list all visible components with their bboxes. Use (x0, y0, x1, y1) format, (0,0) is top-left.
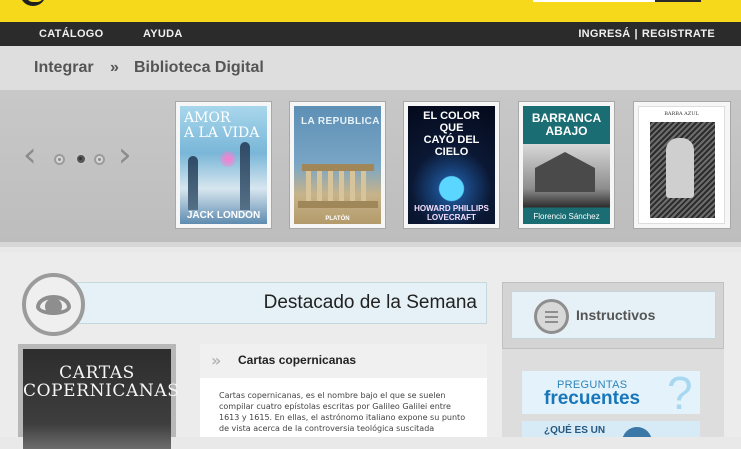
summary-title[interactable]: Cartas copernicanas (238, 353, 356, 367)
breadcrumb-root[interactable]: Integrar (34, 59, 94, 77)
register-link[interactable]: REGISTRATE (642, 28, 715, 40)
carousel-book[interactable]: BARBA AZUL (633, 101, 731, 229)
tree-decoration (240, 142, 250, 210)
featured-book[interactable]: CARTAS COPERNICANAS (18, 344, 179, 449)
book-title: BARRANCA ABAJO (531, 111, 602, 138)
eye-icon (22, 273, 85, 336)
book-cover: AMOR A LA VIDA JACK LONDON (180, 106, 267, 224)
carousel-dot-2[interactable] (75, 153, 87, 165)
book-title: LA REPUBLICA (301, 116, 380, 127)
featured-book-cover: CARTAS COPERNICANAS (23, 349, 180, 449)
book-author: JACK LONDON (186, 210, 261, 221)
instructivos-label: Instructivos (576, 307, 656, 323)
book-cover: BARBA AZUL (638, 106, 725, 224)
breadcrumb-current: Biblioteca Digital (134, 59, 264, 76)
temple-illustration (298, 164, 378, 208)
nav-catalogo[interactable]: CATÁLOGO (39, 22, 104, 46)
double-chevron-icon: » (211, 351, 222, 370)
login-link[interactable]: INGRESÁ (578, 28, 630, 40)
house-illustration (535, 152, 595, 192)
what-is-banner[interactable]: ¿QUÉ ES UN (522, 421, 700, 437)
breadcrumb: Integrar » Biblioteca Digital (0, 46, 741, 90)
nav-ayuda[interactable]: AYUDA (143, 22, 183, 46)
book-title: EL COLOR QUE CAYÓ DEL CIELO (423, 110, 480, 158)
chevron-left-icon[interactable]: ‹ (23, 138, 43, 172)
sidebar: Instructivos ? PREGUNTAS frecuentes ¿QUÉ… (502, 282, 724, 437)
book-cover: BARRANCA ABAJO Florencio Sánchez (523, 106, 610, 224)
featured-summary: » Cartas copernicanas Cartas copernicana… (200, 344, 487, 437)
tree-decoration (188, 156, 198, 210)
summary-text: Cartas copernicanas, es el nombre bajo e… (219, 391, 466, 433)
question-mark-icon: ? (667, 367, 693, 419)
featured-header: Destacado de la Semana (60, 282, 487, 324)
featured-heading: Destacado de la Semana (263, 292, 477, 313)
figure-illustration (666, 138, 694, 198)
top-header (0, 0, 741, 22)
instructivos-panel: Instructivos (511, 291, 716, 339)
featured-cover-title: CARTAS COPERNICANAS (23, 363, 180, 401)
book-cover: LA REPUBLICA PLATÓN (294, 106, 381, 224)
search-button[interactable] (655, 0, 701, 2)
main-nav: CATÁLOGO AYUDA INGRESÁ | REGISTRATE (0, 22, 741, 46)
carousel-book[interactable]: LA REPUBLICA PLATÓN (289, 101, 386, 229)
instructivos-button[interactable]: Instructivos (502, 282, 724, 349)
book-title: BARBA AZUL (664, 111, 699, 117)
chevron-right-icon[interactable]: › (118, 138, 138, 172)
book-author: Florencio Sánchez (533, 212, 600, 221)
auth-separator: | (634, 28, 638, 40)
faq-banner[interactable]: ? PREGUNTAS frecuentes (522, 367, 700, 419)
book-author: PLATÓN (325, 216, 350, 222)
summary-header: » Cartas copernicanas (200, 344, 487, 378)
book-author: HOWARD PHILLIPS LOVECRAFT (414, 204, 489, 222)
logo[interactable] (20, 0, 46, 6)
carousel-book[interactable]: AMOR A LA VIDA JACK LONDON (175, 101, 272, 229)
carousel-dot-3[interactable] (94, 154, 105, 165)
main-content: Destacado de la Semana CARTAS COPERNICAN… (0, 252, 741, 449)
book-title: AMOR A LA VIDA (184, 110, 260, 141)
carousel-dot-1[interactable] (54, 154, 65, 165)
carousel-book[interactable]: BARRANCA ABAJO Florencio Sánchez (518, 101, 615, 229)
book-carousel: ‹ › AMOR A LA VIDA JACK LONDON LA REPUBL… (0, 90, 741, 247)
breadcrumb-separator: » (110, 59, 119, 76)
faq-big-label: frecuentes (544, 388, 641, 409)
list-icon (534, 299, 569, 334)
what-is-label: ¿QUÉ ES UN (544, 425, 606, 436)
carousel-book[interactable]: EL COLOR QUE CAYÓ DEL CIELO HOWARD PHILL… (403, 101, 500, 229)
auth-links: INGRESÁ | REGISTRATE (578, 22, 715, 46)
book-cover: EL COLOR QUE CAYÓ DEL CIELO HOWARD PHILL… (408, 106, 495, 224)
whatis-decoration (622, 427, 652, 437)
glow-decoration (220, 151, 236, 167)
